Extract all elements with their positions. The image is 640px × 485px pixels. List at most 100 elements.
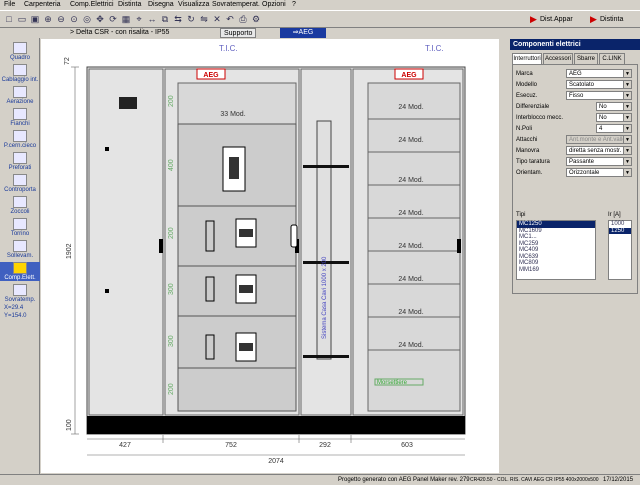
settings-icon[interactable]: ⚙ — [250, 13, 262, 25]
delete-icon[interactable]: ✕ — [211, 13, 223, 25]
select-orientam[interactable]: Orizzontale — [566, 168, 628, 177]
ir-label: Ir [A] — [608, 212, 621, 218]
label-differenziale: Differenziale — [516, 104, 550, 110]
row-differenziale: Differenziale No ▼ — [516, 102, 636, 112]
menu-sovratemperat[interactable]: Sovratemperat. — [212, 1, 260, 8]
save-icon[interactable]: ▣ — [29, 13, 41, 25]
menu-bar: File Carpenteria Comp.Elettrici Distinta… — [0, 0, 640, 11]
snap-icon[interactable]: ⌖ — [133, 13, 145, 25]
undo-icon[interactable]: ↶ — [224, 13, 236, 25]
sidebar-item-torrino[interactable]: Torrino — [0, 218, 40, 237]
supporto-button[interactable]: Supporto — [220, 28, 257, 38]
menu-help[interactable]: ? — [292, 1, 296, 8]
move-icon[interactable]: ⇆ — [172, 13, 184, 25]
sidebar-item-controporta[interactable]: Controporta — [0, 174, 40, 193]
ventilation-icon — [13, 86, 27, 98]
menu-disegna[interactable]: Disegna — [148, 1, 174, 8]
redraw-icon[interactable]: ⟳ — [107, 13, 119, 25]
status-bar: Progetto generato con AEG Panel Maker re… — [0, 474, 640, 485]
ir-list[interactable]: 1000 1250 — [608, 220, 632, 280]
select-modello[interactable]: Scatolato — [566, 80, 628, 89]
counterdoor-icon — [13, 174, 27, 186]
lock-2 — [105, 289, 109, 293]
list-item[interactable]: 1250 — [609, 227, 631, 234]
chevron-down-icon[interactable]: ▼ — [623, 146, 632, 155]
sidebar-item-comp-elett[interactable]: Comp.Elett. — [0, 262, 40, 281]
label-marca: Marca — [516, 71, 533, 77]
sidebar-item-label: Quadro — [9, 55, 30, 61]
label-taratura: Tipo taratura — [516, 159, 550, 165]
aeg-logo-text-2: AEG — [401, 72, 417, 79]
dim-300-a: 300 — [168, 283, 175, 295]
drawing-canvas[interactable]: T.I.C. T.I.C. AEG 33 Mod. 200 400 200 30… — [41, 39, 499, 473]
sidebar-item-cablaggio[interactable]: Cablaggio int. — [0, 64, 40, 83]
select-esecuz[interactable]: Fisso — [566, 91, 628, 100]
menu-carpenteria[interactable]: Carpenteria — [24, 1, 61, 8]
menu-distinta[interactable]: Distinta — [118, 1, 141, 8]
select-taratura[interactable]: Passante — [566, 157, 628, 166]
chevron-down-icon[interactable]: ▼ — [623, 80, 632, 89]
open-icon[interactable]: ▭ — [16, 13, 28, 25]
zoom-in-icon[interactable]: ⊕ — [42, 13, 54, 25]
mod-24-5: 24 Mod. — [398, 243, 423, 250]
chevron-down-icon[interactable]: ▼ — [623, 157, 632, 166]
new-icon[interactable]: □ — [3, 13, 15, 25]
row-modello: Modello Scatolato ▼ — [516, 80, 636, 90]
sidebar-item-fianchi[interactable]: Fianchi — [0, 108, 40, 127]
dim-200-c: 200 — [168, 383, 175, 395]
sidebar-item-quadro[interactable]: Quadro — [0, 42, 40, 61]
sidebar-item-pcern[interactable]: P.cern.cieco — [0, 130, 40, 149]
duct-bar-1 — [303, 165, 349, 168]
aeg-button[interactable]: ⇒AEG — [280, 28, 326, 38]
sidebar-item-sovratemp[interactable]: Sovratemp. — [0, 284, 40, 303]
bottom-dim: 100 — [66, 419, 73, 431]
chevron-down-icon[interactable]: ▼ — [623, 102, 632, 111]
door-handle[interactable] — [290, 224, 298, 248]
nav-path-text: Delta CSR - con risalita - IP55 — [76, 29, 170, 36]
zoom-all-icon[interactable]: ◎ — [81, 13, 93, 25]
zoom-out-icon[interactable]: ⊖ — [55, 13, 67, 25]
tab-sbarre[interactable]: Sbarre — [574, 53, 598, 64]
list-item[interactable]: MM169 — [517, 267, 595, 274]
chevron-down-icon[interactable]: ▼ — [623, 69, 632, 78]
sidebar-item-aerazione[interactable]: Aerazione — [0, 86, 40, 105]
chevron-down-icon[interactable]: ▼ — [623, 91, 632, 100]
label-npoli: N.Poli — [516, 126, 533, 132]
menu-visualizza[interactable]: Visualizza — [178, 1, 209, 8]
chevron-down-icon[interactable]: ▼ — [623, 124, 632, 133]
grid-icon[interactable]: ▦ — [120, 13, 132, 25]
select-manovra[interactable]: diretta senza mostr. — [566, 146, 628, 155]
sidebar-item-label: Cablaggio int. — [1, 77, 39, 83]
dist-appar-button[interactable]: ▶ Dist.Appar — [530, 13, 573, 26]
tipi-list[interactable]: MC1250 MC1609 MC1... MC259 MC409 MC639 M… — [516, 220, 596, 280]
pan-icon[interactable]: ✥ — [94, 13, 106, 25]
tab-interruttori[interactable]: Interruttori — [512, 53, 542, 64]
chevron-down-icon[interactable]: ▼ — [623, 113, 632, 122]
label-interblocco: Interblocco mecc. — [516, 115, 564, 121]
print-icon[interactable]: ⎙ — [237, 13, 249, 25]
distinta-icon: ▶ — [590, 14, 597, 24]
tab-clink[interactable]: C.LINK — [599, 53, 625, 64]
tab-accessori[interactable]: Accessori — [543, 53, 573, 64]
copy-icon[interactable]: ⧉ — [159, 13, 171, 25]
sidebar-item-zoccoli[interactable]: Zoccoli — [0, 196, 40, 215]
label-orientam: Orientam. — [516, 170, 543, 176]
menu-comp-elettrici[interactable]: Comp.Elettrici — [70, 1, 114, 8]
sidebar-item-preforati[interactable]: Preforati — [0, 152, 40, 171]
row-npoli: N.Poli 4 ▼ — [516, 124, 636, 134]
rotate-icon[interactable]: ↻ — [185, 13, 197, 25]
sidebar-item-label: Torrino — [10, 231, 30, 237]
menu-file[interactable]: File — [4, 1, 15, 8]
measure-icon[interactable]: ↔ — [146, 13, 158, 25]
dist-appar-label: Dist.Appar — [540, 16, 573, 23]
distinta-button[interactable]: ▶ Distinta — [590, 13, 623, 26]
row-orientam: Orientam. Orizzontale ▼ — [516, 168, 636, 178]
sidebar-item-sollevam[interactable]: Sollevam. — [0, 240, 40, 259]
select-marca[interactable]: AEG — [566, 69, 628, 78]
supporto-label: Supporto — [224, 30, 253, 37]
chevron-down-icon[interactable]: ▼ — [623, 168, 632, 177]
menu-opzioni[interactable]: Opzioni — [262, 1, 286, 8]
mirror-icon[interactable]: ⇋ — [198, 13, 210, 25]
sidebar-item-label: P.cern.cieco — [3, 143, 37, 149]
zoom-window-icon[interactable]: ⊙ — [68, 13, 80, 25]
